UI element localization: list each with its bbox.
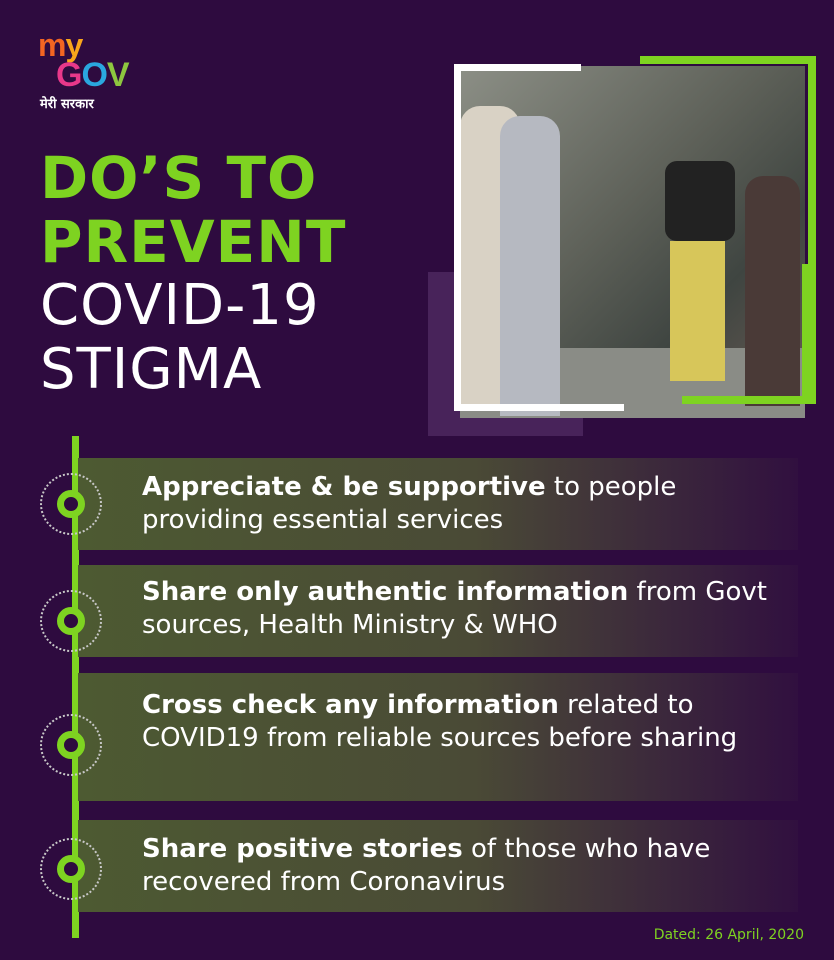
list-item: Share only authentic information from Go…	[40, 565, 818, 657]
logo-tagline: मेरी सरकार	[40, 97, 94, 112]
timeline-marker-icon	[40, 590, 102, 652]
list-item: Appreciate & be supportive to people pro…	[40, 458, 818, 550]
timeline-marker-icon	[40, 473, 102, 535]
page-title: DO’S TO PREVENT COVID-19 STIGMA	[40, 146, 440, 402]
white-frame-left	[454, 64, 581, 411]
title-line-4: STIGMA	[40, 337, 263, 402]
list-item: Cross check any information related to C…	[40, 673, 818, 801]
title-line-1: DO’S TO	[40, 144, 318, 212]
timeline-marker-icon	[40, 714, 102, 776]
mygov-logo: my GOV मेरी सरकार	[38, 29, 148, 120]
green-frame-bottom	[682, 264, 810, 404]
title-line-2: PREVENT	[40, 208, 347, 276]
photo-panel	[428, 56, 820, 436]
title-line-3: COVID-19	[40, 273, 320, 338]
list-item: Share positive stories of those who have…	[40, 820, 818, 912]
white-frame-bottom	[454, 404, 624, 411]
date-label: Dated: 26 April, 2020	[653, 927, 804, 943]
logo-gov: GOV	[56, 56, 130, 94]
timeline-marker-icon	[40, 838, 102, 900]
